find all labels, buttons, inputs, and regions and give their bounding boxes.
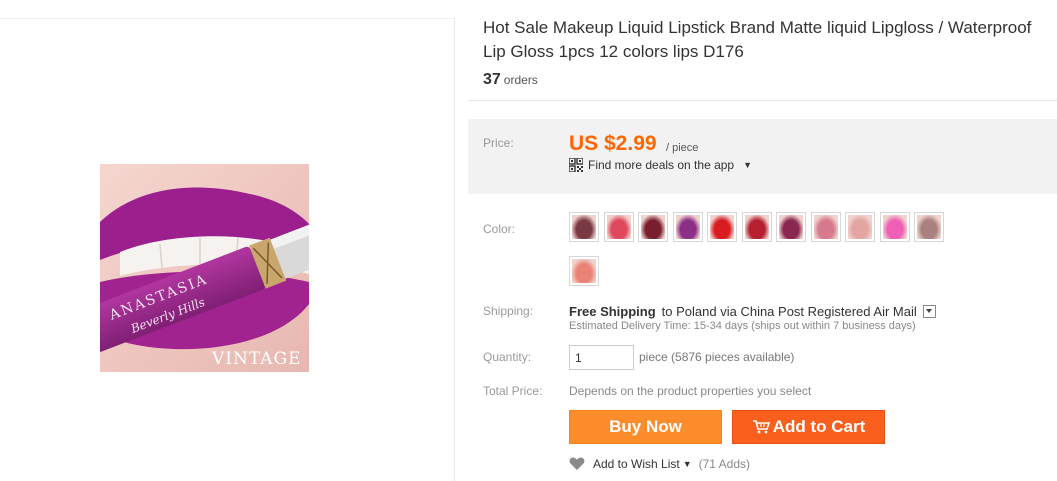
- wishlist-adds-count: (71 Adds): [698, 457, 750, 471]
- color-swatch-fill: [848, 215, 872, 239]
- shipping-label: Shipping:: [483, 304, 534, 318]
- add-to-wishlist-link[interactable]: Add to Wish List ▼ (71 Adds): [569, 457, 750, 471]
- price-label: Price:: [483, 136, 514, 150]
- color-swatch-mauve[interactable]: [914, 212, 944, 242]
- color-swatch-fill: [572, 215, 596, 239]
- color-swatch-fill: [607, 215, 631, 239]
- product-title-line-2: Lip Gloss 1pcs 12 colors lips D176: [483, 42, 744, 61]
- qr-code-icon: [569, 158, 583, 172]
- color-swatch-fill: [814, 215, 838, 239]
- product-image[interactable]: ANASTASIA Beverly Hills VINTAGE: [100, 164, 309, 372]
- price-box: Price: US $2.99 / piece Find more deals …: [468, 119, 1057, 194]
- color-swatch-pink-red[interactable]: [604, 212, 634, 242]
- buy-now-label: Buy Now: [609, 417, 682, 436]
- color-swatch-fill: [745, 215, 769, 239]
- color-swatch-purple[interactable]: [673, 212, 703, 242]
- color-swatch-fill: [676, 215, 700, 239]
- shipping-method-dropdown[interactable]: [922, 305, 936, 318]
- add-to-cart-button[interactable]: Add to Cart: [732, 410, 885, 444]
- color-label: Color:: [483, 222, 516, 236]
- orders-count: 37 orders: [483, 71, 538, 89]
- free-shipping-text: Free Shipping: [569, 304, 656, 319]
- product-title: Hot Sale Makeup Liquid Lipstick Brand Ma…: [483, 16, 1057, 64]
- orders-number: 37: [483, 71, 501, 88]
- delivery-estimate: Estimated Delivery Time: 15-34 days (shi…: [569, 320, 916, 332]
- color-swatch-fill: [641, 215, 665, 239]
- price-value: US $2.99: [569, 132, 657, 155]
- left-top-divider: [0, 18, 454, 19]
- column-divider: [454, 18, 455, 481]
- quantity-input[interactable]: [569, 345, 634, 370]
- color-swatch-fill: [710, 215, 734, 239]
- shipping-destination: to Poland via China Post Registered Air …: [661, 304, 917, 319]
- shipping-info: Free Shipping to Poland via China Post R…: [569, 304, 936, 319]
- total-price-label: Total Price:: [483, 384, 543, 398]
- quantity-label: Quantity:: [483, 350, 532, 364]
- color-swatch-model-1[interactable]: [569, 212, 599, 242]
- shade-text: VINTAGE: [211, 349, 302, 369]
- color-swatch-fill: [779, 215, 803, 239]
- color-swatch-nude-pink[interactable]: [845, 212, 875, 242]
- orders-label: orders: [503, 73, 538, 87]
- color-swatch-wine[interactable]: [638, 212, 668, 242]
- chevron-down-icon: ▼: [743, 160, 753, 170]
- buy-now-button[interactable]: Buy Now: [569, 410, 722, 444]
- add-to-cart-label: Add to Cart: [772, 417, 866, 436]
- section-divider: [468, 100, 1057, 101]
- price-unit: / piece: [666, 142, 699, 154]
- color-swatch-model-2[interactable]: [742, 212, 772, 242]
- color-swatch-hot-pink[interactable]: [880, 212, 910, 242]
- heart-icon: [569, 457, 585, 470]
- chevron-down-icon: ▼: [682, 459, 692, 469]
- app-deals-text: Find more deals on the app: [588, 158, 735, 172]
- quantity-available: piece (5876 pieces available): [639, 350, 795, 364]
- breadcrumb: [0, 0, 430, 6]
- app-deals-link[interactable]: Find more deals on the app ▼: [569, 158, 752, 172]
- color-swatch-rose[interactable]: [811, 212, 841, 242]
- product-title-line-1: Hot Sale Makeup Liquid Lipstick Brand Ma…: [483, 18, 1032, 37]
- color-swatch-red[interactable]: [707, 212, 737, 242]
- color-swatch-fill: [572, 259, 596, 283]
- lipstick-photo: ANASTASIA Beverly Hills VINTAGE: [100, 164, 309, 372]
- color-swatch-fill: [883, 215, 907, 239]
- total-price-text: Depends on the product properties you se…: [569, 384, 812, 398]
- wishlist-label: Add to Wish List: [593, 457, 680, 471]
- color-swatch-fill: [917, 215, 941, 239]
- cart-icon: [752, 420, 770, 434]
- color-swatch-coral[interactable]: [569, 256, 599, 286]
- color-swatch-plum[interactable]: [776, 212, 806, 242]
